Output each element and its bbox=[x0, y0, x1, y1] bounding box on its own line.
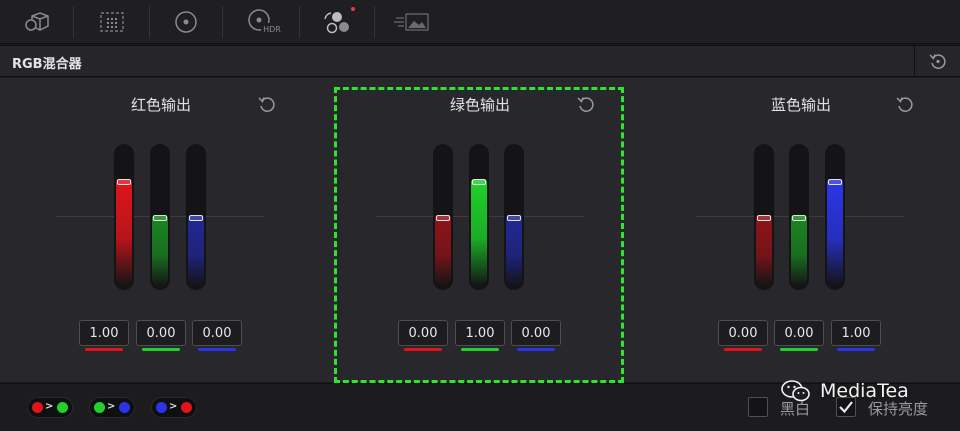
slider-fill bbox=[791, 216, 807, 286]
blue-dot bbox=[119, 402, 130, 413]
toolbar: HDR bbox=[0, 0, 960, 44]
red-out-blue-slider[interactable] bbox=[186, 144, 206, 290]
red-out-red-slider[interactable] bbox=[114, 144, 134, 290]
red-out-green-slider[interactable] bbox=[150, 144, 170, 290]
blue-out-green-value[interactable]: 0.00 bbox=[774, 320, 824, 346]
slider-handle[interactable] bbox=[757, 215, 771, 221]
reset-icon bbox=[258, 97, 275, 112]
slider-fill bbox=[152, 216, 168, 286]
hdr-wheel-icon: HDR bbox=[248, 9, 283, 34]
cube-icon-button[interactable] bbox=[10, 6, 66, 38]
blue-output-reset-button[interactable] bbox=[895, 94, 915, 114]
green-indicator bbox=[142, 348, 180, 351]
watermark-text: MediaTea bbox=[820, 380, 909, 402]
slider-handle[interactable] bbox=[189, 215, 203, 221]
blue-out-blue-value[interactable]: 1.00 bbox=[831, 320, 881, 346]
slider-handle[interactable] bbox=[117, 179, 131, 185]
motion-effects-icon bbox=[394, 13, 429, 31]
reset-all-icon bbox=[928, 54, 946, 69]
blue-out-red-slider[interactable] bbox=[754, 144, 774, 290]
hdr-wheel-button[interactable]: HDR bbox=[232, 6, 288, 38]
motion-effects-button[interactable] bbox=[384, 6, 440, 38]
slider-fill bbox=[188, 216, 204, 286]
monochrome-checkbox[interactable] bbox=[748, 397, 768, 417]
matrix-grid-button[interactable] bbox=[84, 6, 140, 38]
blue-out-blue-slider[interactable] bbox=[825, 144, 845, 290]
red-dot bbox=[181, 402, 192, 413]
hdr-label: HDR bbox=[263, 25, 281, 34]
red-output-panel: 红色输出 1.00 0.00 0.00 bbox=[0, 78, 320, 382]
slider-handle[interactable] bbox=[828, 179, 842, 185]
red-out-red-value[interactable]: 1.00 bbox=[79, 320, 129, 346]
swap-green-blue-button[interactable]: > bbox=[89, 397, 135, 418]
swap-blue-red-button[interactable]: > bbox=[151, 397, 197, 418]
arrow-right-icon: > bbox=[45, 401, 54, 412]
panel-title: RGB混合器 bbox=[12, 57, 82, 72]
arrow-right-icon: > bbox=[107, 401, 116, 412]
arrow-right-icon: > bbox=[169, 401, 178, 412]
blue-out-green-slider[interactable] bbox=[789, 144, 809, 290]
red-indicator bbox=[724, 348, 762, 351]
blue-indicator bbox=[198, 348, 236, 351]
rgb-mixer-header: RGB混合器 bbox=[0, 45, 960, 77]
blue-indicator bbox=[837, 348, 875, 351]
notification-dot bbox=[351, 7, 355, 11]
cube-icon bbox=[25, 12, 49, 31]
slider-handle[interactable] bbox=[792, 215, 806, 221]
slider-fill bbox=[116, 180, 132, 286]
wechat-logo-icon bbox=[781, 380, 810, 402]
slider-fill bbox=[756, 216, 772, 286]
red-indicator bbox=[85, 348, 123, 351]
watermark: MediaTea bbox=[780, 376, 909, 406]
blue-out-red-value[interactable]: 0.00 bbox=[718, 320, 768, 346]
red-out-green-value[interactable]: 0.00 bbox=[136, 320, 186, 346]
red-out-blue-value[interactable]: 0.00 bbox=[192, 320, 242, 346]
reset-all-button[interactable] bbox=[914, 46, 960, 76]
rgb-mixer-button[interactable] bbox=[308, 6, 364, 38]
slider-handle[interactable] bbox=[153, 215, 167, 221]
slider-fill bbox=[827, 180, 843, 286]
blue-output-panel: 蓝色输出 0.00 0.00 1.00 bbox=[640, 78, 960, 382]
green-indicator bbox=[780, 348, 818, 351]
rgb-mixer-icon bbox=[324, 12, 349, 34]
green-output-highlight-frame bbox=[334, 87, 624, 383]
green-dot bbox=[94, 402, 105, 413]
color-wheel-icon bbox=[175, 11, 197, 33]
swap-red-green-button[interactable]: > bbox=[27, 397, 73, 418]
blue-dot bbox=[156, 402, 167, 413]
matrix-grid-icon bbox=[100, 12, 124, 32]
green-dot bbox=[57, 402, 68, 413]
red-output-reset-button[interactable] bbox=[257, 94, 277, 114]
color-wheel-button[interactable] bbox=[158, 6, 214, 38]
reset-icon bbox=[896, 97, 913, 112]
red-dot bbox=[32, 402, 43, 413]
